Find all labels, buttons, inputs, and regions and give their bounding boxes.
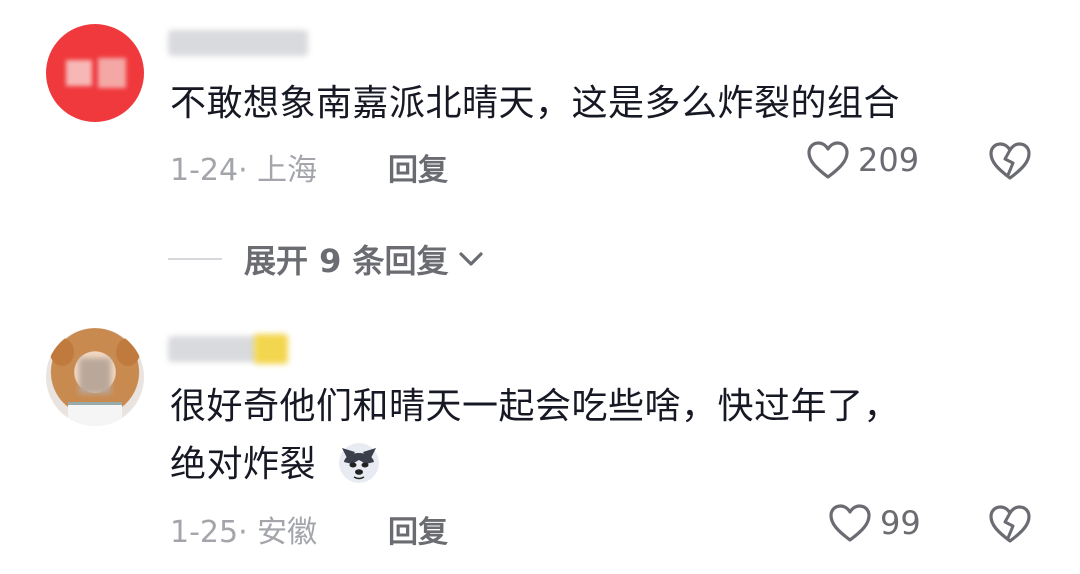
username-emoji-blurred (254, 334, 288, 364)
dislike-button[interactable] (988, 504, 1032, 548)
expand-replies-button[interactable]: 展开 9 条回复 (168, 236, 485, 282)
comment-text: 绝对炸裂 (170, 444, 317, 485)
reply-button[interactable]: 回复 (388, 145, 448, 189)
heart-outline-icon (829, 504, 871, 542)
husky-dog-emoji (338, 443, 379, 483)
expand-replies-label: 展开 9 条回复 (244, 242, 449, 280)
like-button[interactable]: 99 (828, 503, 921, 543)
comment-meta: 1-25· 安徽 (170, 515, 318, 550)
comment-text: 不敢想象南嘉派北晴天，这是多么炸裂的组合 (170, 83, 901, 124)
like-count: 209 (858, 141, 920, 179)
avatar[interactable] (46, 24, 144, 122)
username-blurred[interactable] (168, 30, 308, 56)
reply-button[interactable]: 回复 (388, 507, 448, 551)
comment-text-line-2: 绝对炸裂 (170, 437, 382, 493)
heart-outline-icon (807, 141, 849, 179)
like-count: 99 (880, 504, 921, 542)
broken-heart-icon (989, 142, 1031, 180)
comment-text-line-1: 很好奇他们和晴天一起会吃些啥，快过年了， (170, 386, 901, 427)
like-button[interactable]: 209 (806, 140, 919, 180)
dislike-button[interactable] (988, 141, 1032, 185)
username-blurred[interactable] (168, 336, 258, 362)
avatar[interactable] (46, 328, 144, 426)
chevron-down-icon (458, 252, 483, 266)
broken-heart-icon (989, 505, 1031, 543)
divider (168, 258, 222, 260)
comment-meta: 1-24· 上海 (170, 153, 318, 188)
